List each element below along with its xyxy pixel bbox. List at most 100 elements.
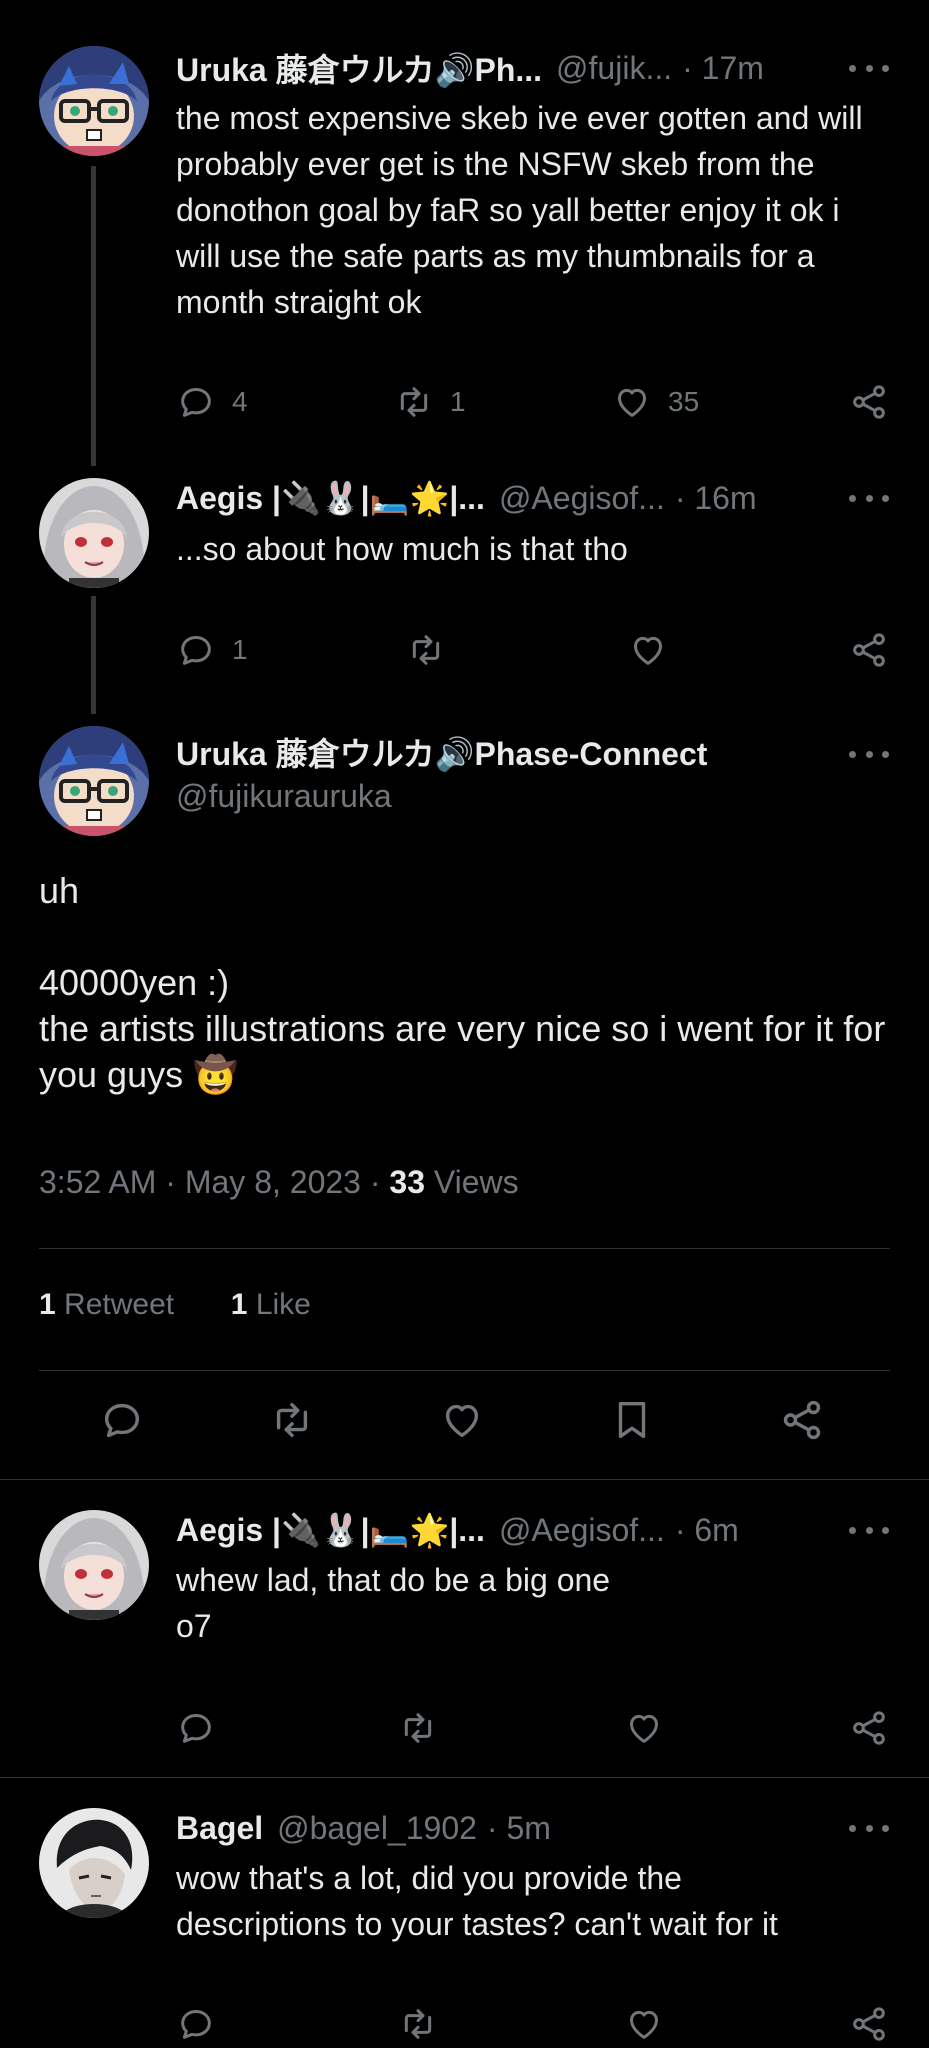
- tweet-header: Bagel @bagel_1902 · 5m: [176, 1806, 889, 1850]
- main-text-line: uh: [39, 870, 80, 911]
- thread-line: [91, 166, 96, 466]
- share-button[interactable]: [849, 380, 889, 424]
- thread-line: [91, 596, 96, 714]
- tweet-time[interactable]: · 16m: [675, 480, 757, 517]
- tweet-time[interactable]: · 5m: [487, 1810, 551, 1847]
- retweet-stat-count: 1: [39, 1288, 56, 1321]
- like-icon: [439, 1397, 485, 1443]
- more-icon[interactable]: [849, 1510, 889, 1550]
- retweet-button[interactable]: [398, 1706, 438, 1750]
- retweet-button[interactable]: 1: [394, 380, 466, 424]
- share-button[interactable]: [779, 1398, 825, 1442]
- main-action-bar: [39, 1398, 890, 1448]
- display-name[interactable]: Aegis |🔌🐰|🛏️🌟|...: [176, 1511, 485, 1549]
- share-button[interactable]: [849, 1706, 889, 1750]
- divider: [39, 1248, 890, 1249]
- tweet-text-line: wow that's a lot, did you provide the: [176, 1860, 682, 1896]
- like-icon: [612, 382, 652, 422]
- avatar[interactable]: [39, 1808, 149, 1918]
- share-button[interactable]: [849, 628, 889, 672]
- avatar[interactable]: [39, 46, 149, 156]
- bookmark-button[interactable]: [609, 1398, 655, 1442]
- divider: [0, 1777, 929, 1778]
- tweet-actions: [176, 1706, 889, 1750]
- tweet-time[interactable]: · 6m: [675, 1512, 739, 1549]
- retweet-button[interactable]: [269, 1398, 315, 1442]
- retweet-button[interactable]: [398, 2002, 438, 2046]
- share-icon: [779, 1397, 825, 1443]
- tweet-text-line: o7: [176, 1608, 212, 1644]
- user-handle[interactable]: @Aegisof...: [499, 480, 665, 517]
- bookmark-icon: [609, 1397, 655, 1443]
- main-text-line: 40000yen :): [39, 962, 230, 1003]
- timestamp[interactable]: 3:52 AM · May 8, 2023 ·: [39, 1164, 381, 1200]
- reply-button[interactable]: [176, 1706, 216, 1750]
- avatar[interactable]: [39, 726, 149, 836]
- tweet-text-line: whew lad, that do be a big one: [176, 1562, 611, 1598]
- display-name[interactable]: Uruka 藤倉ウルカ🔊Phase-Connect: [176, 729, 707, 775]
- more-icon[interactable]: [849, 48, 889, 88]
- main-author: Uruka 藤倉ウルカ🔊Phase-Connect: [176, 730, 707, 774]
- tweet-text: wow that's a lot, did you provide the de…: [176, 1855, 889, 1947]
- like-count: 35: [668, 386, 700, 417]
- tweet-text-line: descriptions to your tastes? can't wait …: [176, 1906, 778, 1942]
- main-tweet-text: uh 40000yen :) the artists illustrations…: [39, 868, 889, 1098]
- display-name[interactable]: Bagel: [176, 1810, 263, 1847]
- display-name[interactable]: Aegis |🔌🐰|🛏️🌟|...: [176, 479, 485, 517]
- views-label: Views: [433, 1164, 519, 1200]
- reply-button[interactable]: [99, 1398, 145, 1442]
- retweet-stat-label: Retweet: [64, 1288, 175, 1321]
- like-icon: [628, 630, 668, 670]
- reply-icon: [176, 2004, 216, 2044]
- more-icon[interactable]: [849, 1808, 889, 1848]
- like-button[interactable]: [628, 628, 668, 672]
- share-icon: [849, 1708, 889, 1748]
- display-name[interactable]: Uruka 藤倉ウルカ🔊Ph...: [176, 46, 542, 90]
- more-icon[interactable]: [849, 734, 889, 774]
- share-button[interactable]: [849, 2002, 889, 2046]
- reply-button[interactable]: 4: [176, 380, 248, 424]
- like-stat-label: Like: [255, 1288, 311, 1321]
- retweet-button[interactable]: [406, 628, 446, 672]
- retweet-icon: [269, 1397, 315, 1443]
- reply-icon: [176, 382, 216, 422]
- like-icon: [624, 2004, 664, 2044]
- tweet-time[interactable]: · 17m: [682, 50, 764, 87]
- main-text-line: the artists illustrations are very nice …: [39, 1008, 886, 1095]
- user-handle[interactable]: @fujikurauruka: [176, 778, 392, 815]
- like-button[interactable]: [624, 2002, 664, 2046]
- user-handle[interactable]: @Aegisof...: [499, 1512, 665, 1549]
- like-button[interactable]: [624, 1706, 664, 1750]
- tweet-header: Uruka 藤倉ウルカ🔊Ph... @fujik... · 17m: [176, 46, 889, 90]
- reply-icon: [99, 1397, 145, 1443]
- reply-button[interactable]: 1: [176, 628, 248, 672]
- avatar[interactable]: [39, 1510, 149, 1620]
- tweet-header: Aegis |🔌🐰|🛏️🌟|... @Aegisof... · 16m: [176, 476, 889, 520]
- retweet-count: 1: [450, 386, 466, 417]
- tweet-text: the most expensive skeb ive ever gotten …: [176, 100, 863, 320]
- user-handle[interactable]: @bagel_1902: [277, 1810, 477, 1847]
- tweet-actions: 1: [176, 628, 889, 672]
- retweet-icon: [398, 1708, 438, 1748]
- reply-button[interactable]: [176, 2002, 216, 2046]
- like-stat[interactable]: 1 Like: [231, 1288, 311, 1321]
- tweet-meta: 3:52 AM · May 8, 2023 · 33 Views: [39, 1164, 519, 1201]
- more-icon[interactable]: [849, 478, 889, 518]
- reply-icon: [176, 1708, 216, 1748]
- share-icon: [849, 630, 889, 670]
- avatar[interactable]: [39, 478, 149, 588]
- like-icon: [624, 1708, 664, 1748]
- views-count: 33: [389, 1164, 425, 1200]
- like-button[interactable]: [439, 1398, 485, 1442]
- reply-icon: [176, 630, 216, 670]
- retweet-icon: [394, 382, 434, 422]
- tweet-text: whew lad, that do be a big one o7: [176, 1557, 889, 1649]
- tweet-header: Aegis |🔌🐰|🛏️🌟|... @Aegisof... · 6m: [176, 1508, 889, 1552]
- tweet-actions: 4 1 35: [176, 380, 889, 424]
- retweet-stat[interactable]: 1 Retweet: [39, 1288, 174, 1321]
- share-icon: [849, 2004, 889, 2044]
- user-handle[interactable]: @fujik...: [556, 50, 672, 87]
- like-button[interactable]: 35: [612, 380, 699, 424]
- like-stat-count: 1: [230, 1288, 248, 1321]
- reply-count: 1: [232, 634, 248, 665]
